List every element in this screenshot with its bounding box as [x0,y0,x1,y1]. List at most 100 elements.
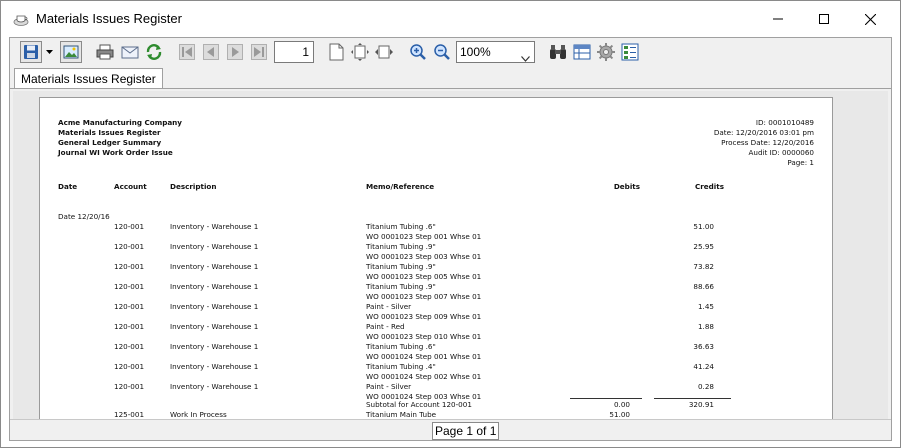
last-page-button[interactable] [248,41,270,63]
printer-icon [96,44,114,60]
minimize-icon [773,18,783,20]
fit-width-button[interactable] [373,41,395,63]
row-memo: Titanium Tubing .9" [366,282,436,291]
row-memo: Paint - Silver [366,382,412,391]
row-reference: WO 0001023 Step 010 Whse 01 [366,332,482,341]
column-header-debits: Debits [613,182,640,191]
row-credit: 51.00 [693,222,714,231]
row-account: 120-001 [114,382,145,391]
status-bar: Page 1 of 1 [10,419,891,440]
column-header-description: Description [170,182,217,191]
fit-page-icon [351,43,369,61]
row-memo: Titanium Tubing .9" [366,262,436,271]
row-description: Inventory - Warehouse 1 [170,342,259,351]
row-account: 120-001 [114,242,145,251]
envelope-icon [121,46,139,59]
row-account: 120-001 [114,342,145,351]
page-icon [329,43,344,61]
zoom-out-icon [434,44,450,60]
row-credit: 25.95 [693,242,714,251]
teacup-icon [13,12,29,26]
column-header-memo: Memo/Reference [366,182,435,191]
row-reference: WO 0001023 Step 005 Whse 01 [366,272,482,281]
group-tree-button[interactable] [571,41,593,63]
viewer-frame: 1 100% Materials Issues Register Acme Ma… [9,37,892,441]
column-header-account: Account [114,182,147,191]
row-memo: Titanium Tubing .6" [366,222,436,231]
last-page-icon [251,44,267,60]
save-button[interactable] [20,41,42,63]
options-checklist-button[interactable] [619,41,641,63]
checklist-icon [621,43,639,61]
row-reference: WO 0001023 Step 003 Whse 01 [366,252,482,261]
column-header-credits: Credits [694,182,724,191]
report-page: Acme Manufacturing Company Materials Iss… [39,97,833,419]
row-account: 120-001 [114,222,145,231]
export-image-button[interactable] [60,41,82,63]
zoom-out-button[interactable] [431,41,453,63]
single-page-button[interactable] [325,41,347,63]
tab-divider [10,88,891,89]
email-button[interactable] [119,41,141,63]
column-header-date: Date [58,182,78,191]
row-account: 120-001 [114,362,145,371]
report-subtitle: General Ledger Summary [58,138,162,147]
page-number-input[interactable]: 1 [274,41,314,63]
date-group-label: Date 12/20/16 [58,212,110,221]
page-indicator: Page: 1 [787,158,814,167]
row-memo: Titanium Tubing .9" [366,242,436,251]
status-page-indicator: Page 1 of 1 [432,422,500,440]
row-credit: 41.24 [693,362,714,371]
row-description: Inventory - Warehouse 1 [170,302,259,311]
report-id: ID: 0001010489 [755,118,814,127]
row-credit: 88.66 [693,282,714,291]
refresh-button[interactable] [143,41,165,63]
row-description: Work In Process [170,410,227,419]
row-memo: Titanium Tubing .4" [366,362,436,371]
first-page-icon [179,44,195,60]
zoom-select[interactable]: 100% [456,41,535,63]
close-button[interactable] [847,1,893,37]
maximize-icon [819,14,829,24]
print-button[interactable] [94,41,116,63]
previous-page-icon [203,44,219,60]
row-credit: 1.45 [697,302,714,311]
tab-materials-issues-register[interactable]: Materials Issues Register [14,68,163,89]
zoom-in-button[interactable] [407,41,429,63]
subtotal-debit: 0.00 [613,400,630,409]
row-description: Inventory - Warehouse 1 [170,262,259,271]
row-description: Inventory - Warehouse 1 [170,282,259,291]
subtotal-credit: 320.91 [688,400,714,409]
chevron-down-icon [521,48,530,68]
row-credit: 73.82 [693,262,714,271]
first-page-button[interactable] [176,41,198,63]
close-icon [864,13,876,25]
report-viewer[interactable]: Acme Manufacturing Company Materials Iss… [13,91,888,419]
report-date: Date: 12/20/2016 03:01 pm [713,128,814,137]
settings-button[interactable] [595,41,617,63]
picture-icon [63,45,79,59]
toolbar: 1 100% [10,38,891,66]
floppy-disk-icon [24,45,38,59]
journal-name: Journal WI Work Order Issue [58,148,173,157]
table-layout-icon [573,44,591,60]
report-title: Materials Issues Register [58,128,161,137]
row-reference: WO 0001023 Step 007 Whse 01 [366,292,482,301]
fit-page-button[interactable] [349,41,371,63]
next-page-button[interactable] [224,41,246,63]
gear-icon [597,43,615,61]
row-description: Inventory - Warehouse 1 [170,222,259,231]
find-button[interactable] [547,41,569,63]
zoom-value: 100% [460,45,491,59]
zoom-in-icon [410,44,426,60]
row-debit: 51.00 [609,410,630,419]
row-memo: Titanium Main Tube [366,410,437,419]
save-dropdown-button[interactable] [43,41,55,63]
maximize-button[interactable] [801,1,847,37]
title-bar: Materials Issues Register [1,1,900,37]
window-title: Materials Issues Register [36,11,182,26]
row-account: 120-001 [114,262,145,271]
row-reference: WO 0001023 Step 001 Whse 01 [366,232,482,241]
previous-page-button[interactable] [200,41,222,63]
minimize-button[interactable] [755,1,801,37]
